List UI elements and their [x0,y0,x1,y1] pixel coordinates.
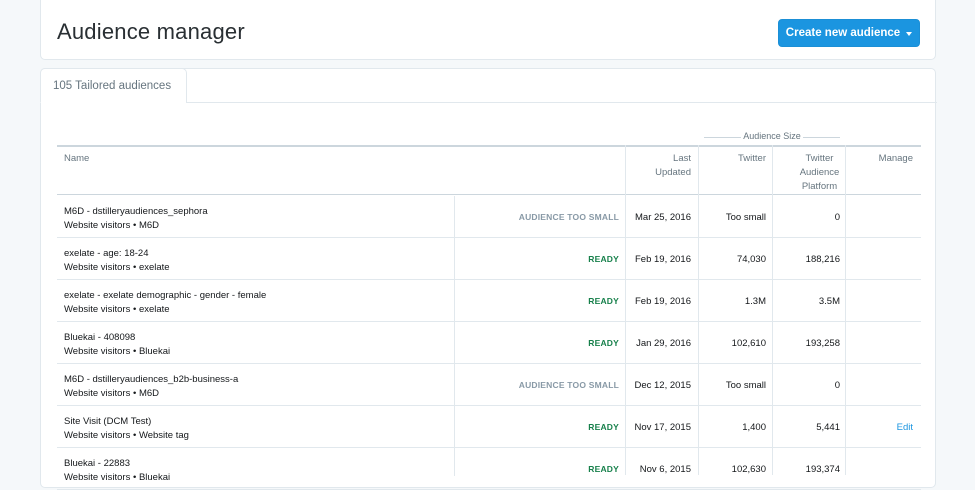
last-updated-line-2: Updated [655,167,691,178]
audience-name[interactable]: Bluekai - 408098 [64,331,170,345]
tap-line-3: Platform [801,181,838,192]
audience-source: Website visitors • Website tag [64,430,189,441]
table-row[interactable]: Bluekai - 22883 Website visitors • Bluek… [57,448,921,490]
last-updated: Nov 6, 2015 [639,464,691,475]
status-badge: READY [588,464,619,474]
column-header-manage: Manage [878,153,913,164]
last-updated: Mar 25, 2016 [635,212,691,223]
column-header-name[interactable]: Name [64,147,89,194]
table-header-row: Name Last Updated Twitter Twitter Audien… [57,145,921,195]
status-badge: READY [588,254,619,264]
status-badge: READY [588,422,619,432]
audience-panel: 105 Tailored audiences Audience Size Nam… [40,68,937,490]
audience-source: Website visitors • Bluekai [64,346,171,357]
audience-source: Website visitors • M6D [64,388,160,399]
last-updated: Feb 19, 2016 [635,296,691,307]
status-badge: READY [588,296,619,306]
audience-source: Website visitors • Bluekai [64,472,171,483]
manage-link[interactable] [849,238,913,279]
audience-name-cell: Bluekai - 22883 Website visitors • Bluek… [64,448,170,489]
audience-size-group-header: Audience Size [698,129,845,145]
group-rule-left [704,137,741,138]
create-button-label: Create new audience [785,27,901,39]
audience-name[interactable]: exelate - age: 18-24 [64,247,170,261]
tap-size: 0 [834,212,840,223]
twitter-size: 102,610 [731,338,766,349]
twitter-size: 1.3M [744,296,766,307]
tap-size: 188,216 [805,254,840,265]
last-updated-line-1: Last [673,153,691,164]
manage-link[interactable] [849,280,913,321]
audience-name[interactable]: M6D - dstilleryaudiences_sephora [64,205,208,219]
tap-size: 193,374 [805,464,840,475]
audience-name[interactable]: Site Visit (DCM Test) [64,415,189,429]
twitter-size: 74,030 [736,254,766,265]
edit-link[interactable]: Edit [849,406,913,447]
create-new-audience-button[interactable]: Create new audience [778,19,920,47]
audience-source: Website visitors • exelate [64,304,170,315]
last-updated: Nov 17, 2015 [634,422,691,433]
audience-name-cell: exelate - exelate demographic - gender -… [64,280,266,321]
audience-name-cell: exelate - age: 18-24 Website visitors • … [64,238,170,279]
manage-link[interactable] [849,448,913,489]
twitter-size: 1,400 [742,422,766,433]
audience-name[interactable]: M6D - dstilleryaudiences_b2b-business-a [64,373,238,387]
tap-line-2: Audience [799,167,840,178]
column-header-last-updated[interactable]: Last Updated [627,147,691,194]
status-badge: AUDIENCE TOO SMALL [518,212,619,222]
column-header-tap[interactable]: Twitter Audience Platform [777,147,840,194]
audience-name-cell: M6D - dstilleryaudiences_sephora Website… [64,196,208,237]
page-header: Audience manager Create new audience [40,0,936,60]
table-row[interactable]: exelate - exelate demographic - gender -… [57,280,921,322]
column-header-twitter[interactable]: Twitter [703,147,766,194]
last-updated: Dec 12, 2015 [634,380,691,391]
manage-link[interactable] [849,364,913,405]
caret-down-icon [906,31,913,36]
audience-name-cell: Site Visit (DCM Test) Website visitors •… [64,406,189,447]
audience-name[interactable]: exelate - exelate demographic - gender -… [64,289,266,303]
status-badge: READY [588,338,619,348]
twitter-size: Too small [725,380,766,391]
tap-size: 193,258 [805,338,840,349]
audience-name-cell: M6D - dstilleryaudiences_b2b-business-a … [64,364,238,405]
table-row[interactable]: Site Visit (DCM Test) Website visitors •… [57,406,921,448]
last-updated: Jan 29, 2016 [636,338,691,349]
table-row[interactable]: exelate - age: 18-24 Website visitors • … [57,238,921,280]
audience-name-cell: Bluekai - 408098 Website visitors • Blue… [64,322,170,363]
table-row[interactable]: Bluekai - 408098 Website visitors • Blue… [57,322,921,364]
group-rule-right [803,137,840,138]
tap-size: 0 [834,380,840,391]
audience-name[interactable]: Bluekai - 22883 [64,457,170,471]
audience-source: Website visitors • M6D [64,220,160,231]
tap-size: 3.5M [818,296,840,307]
audience-source: Website visitors • exelate [64,262,170,273]
last-updated: Feb 19, 2016 [635,254,691,265]
tap-size: 5,441 [816,422,840,433]
manage-link[interactable] [849,322,913,363]
twitter-size: Too small [725,212,766,223]
tab-tailored-audiences[interactable]: 105 Tailored audiences [40,68,187,103]
tab-divider [186,102,937,103]
audience-size-label: Audience Size [743,131,801,141]
page-title: Audience manager [57,19,245,44]
tap-line-1: Twitter [805,153,834,164]
table-row[interactable]: M6D - dstilleryaudiences_sephora Website… [57,196,921,238]
twitter-size: 102,630 [731,464,766,475]
status-badge: AUDIENCE TOO SMALL [518,380,619,390]
manage-link[interactable] [849,196,913,237]
table-row[interactable]: M6D - dstilleryaudiences_b2b-business-a … [57,364,921,406]
